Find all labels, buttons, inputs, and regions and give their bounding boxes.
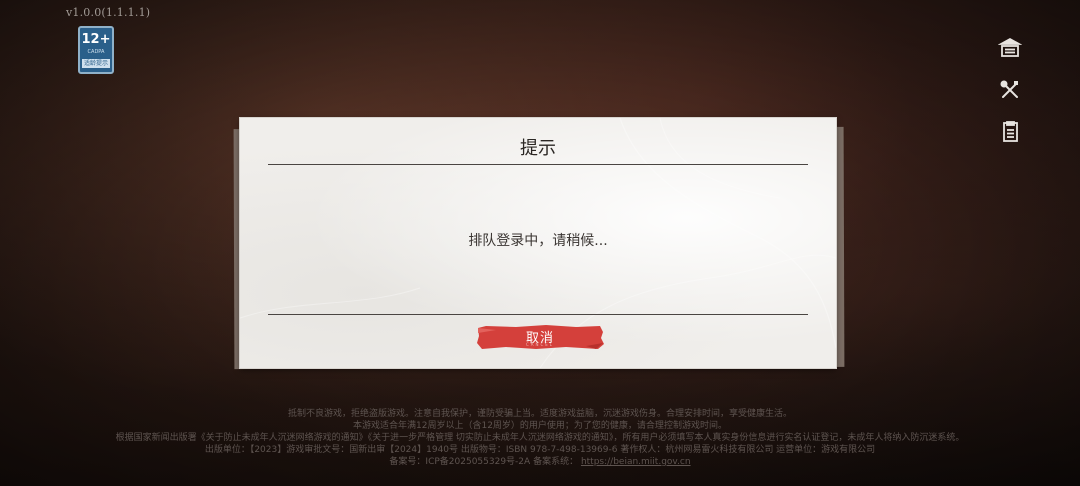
dialog-message: 排队登录中，请稍候...	[468, 233, 608, 249]
footer-beian-link[interactable]: https://beian.miit.gov.cn	[581, 457, 691, 467]
side-toolbar	[996, 34, 1024, 160]
dialog-title: 提示	[520, 138, 556, 159]
footer-icp: 备案号：ICP备2025055329号-2A	[389, 457, 531, 467]
age-rating-hint: 适龄提示	[81, 59, 110, 68]
notice-board-icon[interactable]	[996, 34, 1024, 62]
footer-line: 备案号：ICP备2025055329号-2A 备案系统： https://bei…	[0, 456, 1080, 468]
prompt-dialog: 提示 排队登录中，请稍候... 取消 CANCEL	[240, 118, 836, 368]
footer-line: 出版单位：【2023】游戏审批文号：国新出审【2024】1940号 出版物号：I…	[204, 445, 876, 455]
document-icon[interactable]	[996, 118, 1024, 146]
tools-icon[interactable]	[996, 76, 1024, 104]
footer-line: 抵制不良游戏，拒绝盗版游戏。注意自我保护，谨防受骗上当。适度游戏益脑，沉迷游戏伤…	[287, 409, 792, 419]
footer-line: 根据国家新闻出版署《关于防止未成年人沉迷网络游戏的通知》《关于进一步严格管理 切…	[115, 433, 965, 443]
age-rating-number: 12+	[81, 32, 111, 47]
title-divider	[268, 164, 808, 165]
cancel-button-sublabel: CANCEL	[525, 342, 555, 347]
age-rating-org: CADPA	[87, 49, 105, 55]
version-label: v1.0.0(1.1.1.1)	[66, 6, 151, 19]
legal-footer: 抵制不良游戏，拒绝盗版游戏。注意自我保护，谨防受骗上当。适度游戏益脑，沉迷游戏伤…	[0, 408, 1080, 468]
cancel-button[interactable]: 取消 CANCEL	[476, 324, 604, 350]
footer-link-prefix: 备案系统：	[533, 457, 579, 467]
age-rating-badge[interactable]: 12+ CADPA 适龄提示	[78, 26, 114, 74]
footer-line: 本游戏适合年满12周岁以上（含12周岁）的用户使用；为了您的健康，请合理控制游戏…	[353, 421, 727, 431]
button-divider	[268, 314, 808, 315]
